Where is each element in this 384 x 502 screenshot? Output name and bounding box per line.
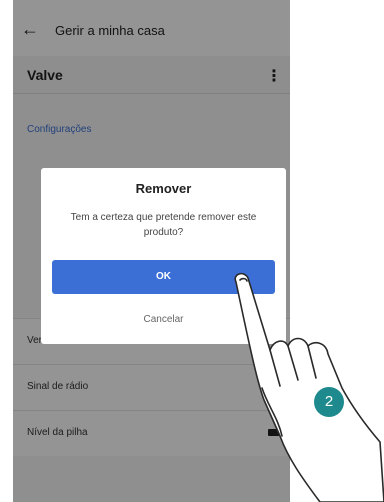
- dialog-title: Remover: [135, 181, 192, 196]
- dialog-message: Tem a certeza que pretende remover este …: [70, 212, 257, 238]
- step-badge: 2: [314, 387, 344, 417]
- pointing-hand-icon: [234, 272, 384, 502]
- instruction-figure: ← Gerir a minha casa Valve ⋮ Configuraçõ…: [0, 0, 384, 502]
